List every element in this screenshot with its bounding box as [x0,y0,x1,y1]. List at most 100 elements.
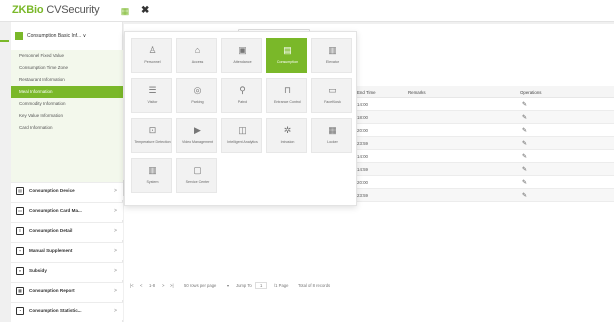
attendance-icon: ▣ [238,45,247,55]
edit-icon[interactable]: ✎ [522,101,527,108]
app-tile-video-management[interactable]: ▶ Video Management [176,118,217,153]
app-tile-access[interactable]: ⌂ Access [176,38,217,73]
sidebar-item-label: Consumption Report [29,288,75,293]
sidebar-subitem-personnel-fixed-value[interactable]: Personnel Fixed Value [11,50,123,62]
app-tile-system[interactable]: ▥ System [131,158,172,193]
subsidy-icon: ¤ [16,267,24,275]
app-tile-label: System [146,180,159,184]
logo-brand: ZKBio [12,4,44,16]
chevron-right-icon: > [114,188,117,194]
sidebar-item-label: Consumption Card Ma... [29,208,82,213]
service-center-icon: ▢ [193,165,202,175]
app-tile-label: Access [191,60,204,64]
intrusion-icon: ✲ [283,125,292,135]
cell-end-time: 14:00 [357,154,368,159]
sidebar-item-consumption-detail[interactable]: ≡ Consumption Detail > [11,222,123,240]
app-logo[interactable]: ZKBio CVSecurity [12,4,100,16]
elevator-icon: ▥ [328,45,337,55]
app-tile-patrol[interactable]: ⚲ Patrol [221,78,262,113]
sidebar-item-consumption-device[interactable]: ▤ Consumption Device > [11,182,123,200]
app-tile-label: Service Center [185,180,210,184]
visitor-icon: ☰ [148,85,157,95]
close-app-menu-icon[interactable]: ✖ [141,5,149,16]
app-tile-consumption[interactable]: ▤ Consumption [266,38,307,73]
logo-product: CVSecurity [46,4,100,16]
page-count: /1 Page [274,283,289,288]
app-tile-facekiosk[interactable]: ▭ FaceKiosk [311,78,352,113]
patrol-icon: ⚲ [239,85,246,95]
cell-end-time: 20:00 [357,128,368,133]
grid-icon[interactable]: ▦ [120,6,130,16]
sidebar-item-consumption-card-management[interactable]: ▭ Consumption Card Ma... > [11,202,123,220]
video-icon: ▶ [194,125,201,135]
rows-per-page-select[interactable]: 50 rows per page [184,283,216,288]
jump-to-input[interactable]: 1 [255,282,268,289]
edit-icon[interactable]: ✎ [522,140,527,147]
detail-icon: ≡ [16,227,24,235]
app-tile-locker[interactable]: ▦ Locker [311,118,352,153]
app-tile-personnel[interactable]: ♙ Personnel [131,38,172,73]
sidebar-item-manual-supplement[interactable]: + Manual Supplement > [11,242,123,260]
total-records: Total of 8 records [298,283,331,288]
device-icon: ▤ [16,187,24,195]
edit-icon[interactable]: ✎ [522,192,527,199]
last-page-button[interactable]: >| [170,283,174,288]
edit-icon[interactable]: ✎ [522,153,527,160]
page-range: 1-8 [149,283,156,288]
consumption-icon: ▤ [283,45,292,55]
sidebar-item-consumption-report[interactable]: ▦ Consumption Report > [11,282,123,300]
app-tile-intelligent-analytics[interactable]: ◫ Intelligent Analytics [221,118,262,153]
sidebar-group-header[interactable]: Consumption Basic Inf... ∨ [11,30,123,42]
sidebar-item-consumption-statistic[interactable]: ◔ Consumption Statistic... > [11,302,123,320]
pagination: |< < 1-8 > >| 50 rows per page ▾ Jump To… [124,281,614,293]
accent-pointer [0,40,9,42]
app-tile-label: Video Management [181,140,214,144]
edit-icon[interactable]: ✎ [522,127,527,134]
app-tile-elevator[interactable]: ▥ Elevator [311,38,352,73]
access-icon: ⌂ [194,45,201,55]
sidebar-subitem-restaurant-information[interactable]: Restaurant Information [11,74,123,86]
next-page-button[interactable]: > [162,283,164,288]
col-operations: Operations [520,90,542,95]
sidebar-subitem-commodity-information[interactable]: Commodity Information [11,98,123,110]
app-tile-service-center[interactable]: ▢ Service Center [176,158,217,193]
supplement-icon: + [16,247,24,255]
analytics-icon: ◫ [238,125,247,135]
app-tile-visitor[interactable]: ☰ Visitor [131,78,172,113]
sidebar-item-subsidy[interactable]: ¤ Subsidy > [11,262,123,280]
sidebar-subitem-card-information[interactable]: Card Information [11,122,123,182]
chevron-down-icon[interactable]: ▾ [227,283,229,288]
statistic-icon: ◔ [16,307,24,315]
sidebar-subitem-consumption-time-zone[interactable]: Consumption Time Zone [11,62,123,74]
app-tile-intrusion[interactable]: ✲ Intrusion [266,118,307,153]
system-icon: ▥ [148,165,157,175]
sidebar-subitem-meal-information[interactable]: Meal Information [11,86,123,98]
sidebar-group-label: Consumption Basic Inf... ∨ [27,33,87,39]
sidebar-item-label: Consumption Detail [29,228,73,233]
chevron-right-icon: > [114,208,117,214]
edit-icon[interactable]: ✎ [522,114,527,121]
app-tile-attendance[interactable]: ▣ Attendance [221,38,262,73]
app-tile-label: Parking [191,100,204,104]
col-end-time[interactable]: End Time [357,90,376,95]
app-tile-label: FaceKiosk [324,100,341,104]
cell-end-time: 14:00 [357,102,368,107]
app-tile-parking[interactable]: ◎ Parking [176,78,217,113]
cell-end-time: 23:59 [357,141,368,146]
edit-icon[interactable]: ✎ [522,179,527,186]
app-tile-entrance-control[interactable]: ⊓ Entrance Control [266,78,307,113]
edit-icon[interactable]: ✎ [522,166,527,173]
app-tile-temperature-detection[interactable]: ⊡ Temperature Detection [131,118,172,153]
cell-end-time: 18:00 [357,115,368,120]
app-tile-label: Elevator [325,60,340,64]
chevron-right-icon: > [114,228,117,234]
col-remarks[interactable]: Remarks [408,90,426,95]
first-page-button[interactable]: |< [130,283,134,288]
cell-end-time: 23:59 [357,193,368,198]
app-tile-label: Consumption [276,60,299,64]
app-tile-label: Temperature Detection [134,140,171,144]
sidebar-subitem-key-value-information[interactable]: Key Value Information [11,110,123,122]
sidebar-item-label: Manual Supplement [29,248,73,253]
app-tile-label: Locker [327,140,338,144]
prev-page-button[interactable]: < [140,283,142,288]
